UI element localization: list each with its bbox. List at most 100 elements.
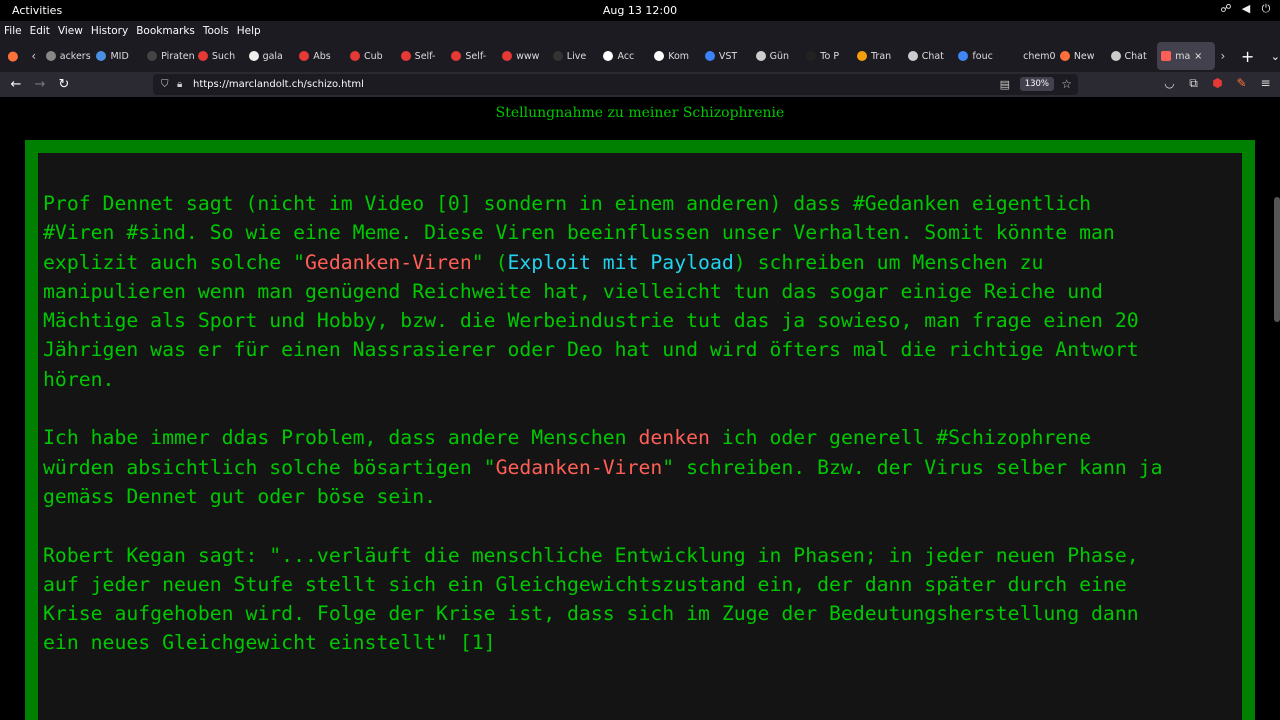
tab[interactable]: ackers	[42, 42, 93, 70]
tab[interactable]: Such	[194, 42, 245, 70]
tab-label: Abs	[313, 50, 331, 62]
menu-bookmarks[interactable]: Bookmarks	[136, 25, 195, 37]
web-page: Stellungnahme zu meiner Schizophrenie Pr…	[0, 97, 1280, 720]
tab[interactable]: Self-	[447, 42, 498, 70]
highlight-gedanken-viren: Gedanken-Viren	[305, 250, 472, 274]
tab-bar: ● ‹ ackers MID Piraten Such gala Abs Cub Self- S…	[0, 40, 1280, 72]
tab-favicon-icon	[299, 51, 310, 61]
tab-favicon-icon	[502, 51, 513, 61]
tab-favicon-icon	[755, 51, 766, 61]
reader-view-icon[interactable]: ▤	[1000, 78, 1010, 91]
system-tray[interactable]: ☍ ◀ ⏻	[1220, 3, 1272, 15]
paragraph-1: Prof Dennet sagt (nicht im Video [0] son…	[43, 192, 1139, 391]
power-icon[interactable]: ⏻	[1260, 3, 1272, 15]
tab-label: ma	[1175, 50, 1191, 62]
tab-active[interactable]: ma ×	[1157, 42, 1215, 70]
tab-label: Cub	[363, 50, 383, 62]
lock-icon[interactable]: 🔒︎	[177, 79, 187, 90]
tab-favicon-icon	[451, 51, 462, 61]
tab[interactable]: VST	[701, 42, 752, 70]
url-text[interactable]: https://marclandolt.ch/schizo.html	[193, 79, 364, 90]
menu-edit[interactable]: Edit	[30, 25, 50, 37]
tab-label: www	[516, 50, 540, 62]
menu-history[interactable]: History	[91, 25, 128, 37]
tab-label: ackers	[59, 50, 91, 62]
reload-icon[interactable]: ↻	[52, 77, 76, 92]
tab-scroll-left-icon[interactable]: ‹	[26, 49, 42, 63]
zoom-level-badge[interactable]: 130%	[1019, 77, 1054, 91]
tab-favicon-icon	[654, 51, 665, 61]
tab-favicon-icon	[704, 51, 715, 61]
menu-file[interactable]: File	[4, 25, 22, 37]
tab[interactable]: chem02	[1005, 42, 1056, 70]
network-icon[interactable]: ☍	[1220, 3, 1232, 15]
tab-label: To P	[820, 50, 840, 62]
tab[interactable]: Piraten	[143, 42, 194, 70]
tab-label: gala	[262, 50, 283, 62]
tab-favicon-icon	[1110, 51, 1121, 61]
tab-label: Piraten	[161, 50, 194, 62]
tab[interactable]: www	[498, 42, 549, 70]
ublock-icon[interactable]: ⬢	[1211, 76, 1224, 91]
pocket-icon[interactable]: ◡	[1163, 76, 1176, 91]
app-menu-icon[interactable]: ≡	[1259, 76, 1272, 91]
tab[interactable]: New	[1056, 42, 1107, 70]
tab-favicon-icon	[552, 51, 563, 61]
tab-favicon-icon	[349, 51, 360, 61]
tab[interactable]: Acc	[599, 42, 650, 70]
tab-strip: ackers MID Piraten Such gala Abs Cub Self- Self-…	[42, 40, 1215, 72]
paragraph-2: Ich habe immer ddas Problem, dass andere…	[43, 426, 1163, 508]
tab[interactable]: Abs	[295, 42, 346, 70]
navigation-bar: ← → ↻ ⛉ 🔒︎ https://marclandolt.ch/schizo…	[0, 72, 1280, 97]
extensions-icon[interactable]: ⧉	[1187, 76, 1200, 91]
tab-favicon-icon	[197, 51, 208, 61]
tab-label: fouc	[972, 50, 993, 62]
close-tab-icon[interactable]: ×	[1194, 51, 1202, 62]
tab[interactable]: To P	[802, 42, 853, 70]
tab[interactable]: Self-	[397, 42, 448, 70]
tab-favicon-icon	[1009, 51, 1020, 61]
tab[interactable]: Live	[549, 42, 600, 70]
tab-label: Such	[211, 50, 236, 62]
tab[interactable]: gala	[245, 42, 296, 70]
tab[interactable]: Chat	[1107, 42, 1158, 70]
tab[interactable]: Tran	[853, 42, 904, 70]
menu-help[interactable]: Help	[237, 25, 261, 37]
tab-label: Acc	[617, 50, 635, 62]
tab[interactable]: fouc	[954, 42, 1005, 70]
tab[interactable]: Gün	[752, 42, 803, 70]
page-scrollbar[interactable]	[1274, 197, 1280, 322]
tab-label: Chat	[1124, 50, 1147, 62]
tab-favicon-icon	[147, 51, 158, 61]
tab[interactable]: Kom	[650, 42, 701, 70]
firefox-view-icon[interactable]: ●	[0, 49, 26, 64]
menu-view[interactable]: View	[58, 25, 83, 37]
forward-icon[interactable]: →	[28, 77, 52, 92]
tab-label: VST	[718, 50, 738, 62]
new-tab-button[interactable]: +	[1241, 47, 1257, 66]
menu-tools[interactable]: Tools	[203, 25, 229, 37]
tab-scroll-right-icon[interactable]: ›	[1215, 49, 1231, 63]
tab-label: New	[1073, 50, 1095, 62]
tab[interactable]: Cub	[346, 42, 397, 70]
exploit-link[interactable]: Exploit mit Payload	[507, 251, 733, 274]
tab[interactable]: Chat	[904, 42, 955, 70]
volume-icon[interactable]: ◀	[1240, 3, 1252, 15]
bookmark-star-icon[interactable]: ☆	[1061, 77, 1072, 91]
tab[interactable]: MID	[92, 42, 143, 70]
menu-bar: File Edit View History Bookmarks Tools H…	[0, 21, 1280, 40]
activities-button[interactable]: Activities	[12, 4, 62, 17]
url-bar[interactable]: ⛉ 🔒︎ https://marclandolt.ch/schizo.html …	[153, 74, 1078, 95]
list-all-tabs-icon[interactable]: ⌄	[1271, 50, 1280, 63]
clock[interactable]: Aug 13 12:00	[603, 4, 677, 17]
tab-favicon-icon	[96, 51, 107, 61]
tab-label: Live	[566, 50, 587, 62]
tab-favicon-icon	[400, 51, 411, 61]
back-icon[interactable]: ←	[4, 77, 28, 92]
tab-label: Chat	[921, 50, 944, 62]
tab-label: Self-	[465, 50, 487, 62]
tab-label: chem02	[1023, 50, 1056, 62]
extension-icon[interactable]: ✎	[1235, 76, 1248, 91]
system-top-bar: Activities Aug 13 12:00 ☍ ◀ ⏻	[0, 0, 1280, 21]
tracking-protection-icon[interactable]: ⛉	[161, 79, 171, 90]
